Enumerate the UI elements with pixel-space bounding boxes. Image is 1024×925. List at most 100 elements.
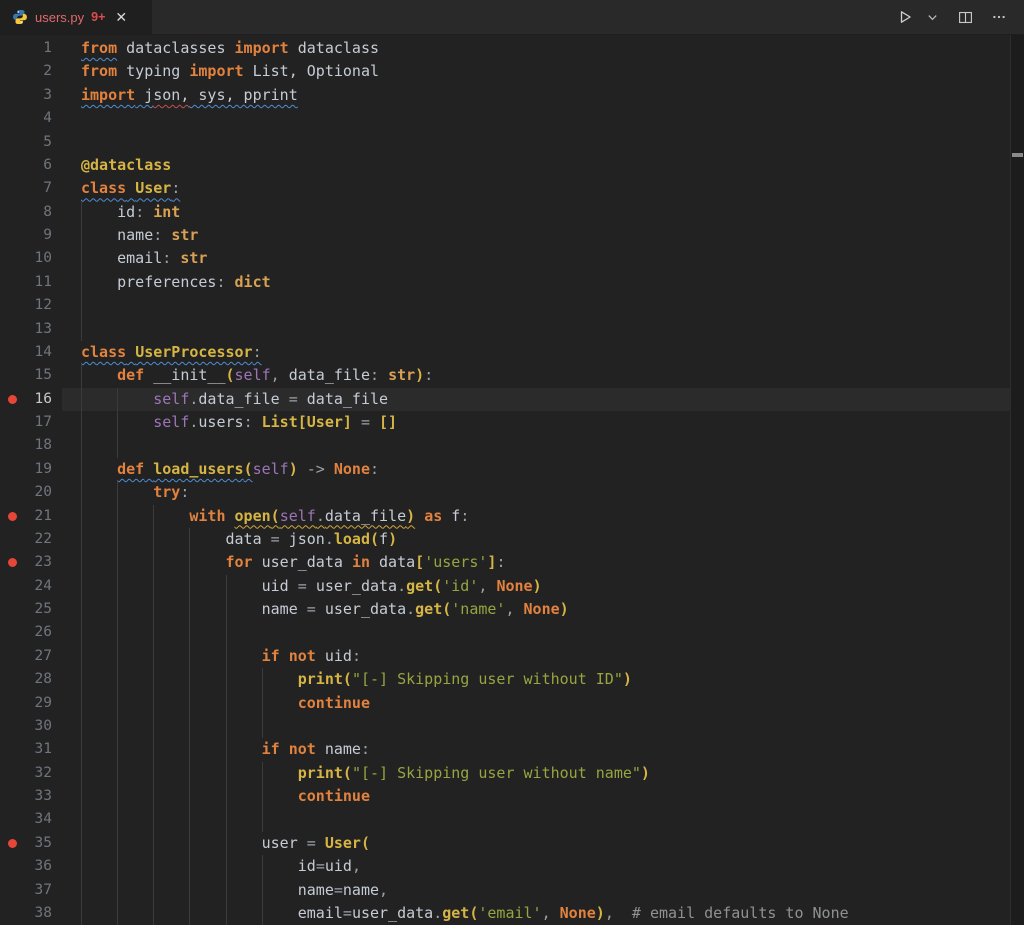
code-line[interactable]: 2from typing import List, Optional <box>0 60 1024 83</box>
code-line[interactable]: 12 <box>0 294 1024 317</box>
code-line[interactable]: 20 try: <box>0 481 1024 504</box>
code-text[interactable]: class User: <box>62 177 1024 200</box>
code-text[interactable]: name = user_data.get('name', None) <box>62 598 1024 621</box>
code-text[interactable] <box>62 621 1024 644</box>
code-line[interactable]: 8 id: int <box>0 201 1024 224</box>
breakpoint-gutter[interactable] <box>0 107 24 130</box>
code-text[interactable]: self.users: List[User] = [] <box>62 411 1024 434</box>
breakpoint-gutter[interactable] <box>0 902 24 925</box>
code-text[interactable]: if not uid: <box>62 645 1024 668</box>
breakpoint-gutter[interactable] <box>0 131 24 154</box>
code-text[interactable] <box>62 434 1024 457</box>
code-line[interactable]: 25 name = user_data.get('name', None) <box>0 598 1024 621</box>
code-text[interactable]: continue <box>62 785 1024 808</box>
code-line[interactable]: 29 continue <box>0 692 1024 715</box>
code-line[interactable]: 34 <box>0 808 1024 831</box>
breakpoint-gutter[interactable] <box>0 388 24 411</box>
breakpoint-gutter[interactable] <box>0 434 24 457</box>
code-text[interactable]: id: int <box>62 201 1024 224</box>
code-text[interactable] <box>62 294 1024 317</box>
code-text[interactable]: from dataclasses import dataclass <box>62 37 1024 60</box>
code-line[interactable]: 23 for user_data in data['users']: <box>0 551 1024 574</box>
breakpoint-gutter[interactable] <box>0 201 24 224</box>
breakpoint-gutter[interactable] <box>0 294 24 317</box>
breakpoint-gutter[interactable] <box>0 832 24 855</box>
breakpoint-icon[interactable] <box>8 512 17 521</box>
code-text[interactable]: continue <box>62 692 1024 715</box>
code-text[interactable]: import json, sys, pprint <box>62 84 1024 107</box>
run-icon[interactable] <box>894 6 916 28</box>
breakpoint-icon[interactable] <box>8 558 17 567</box>
code-line[interactable]: 1from dataclasses import dataclass <box>0 37 1024 60</box>
code-text[interactable] <box>62 131 1024 154</box>
breakpoint-gutter[interactable] <box>0 177 24 200</box>
code-text[interactable]: print("[-] Skipping user without ID") <box>62 668 1024 691</box>
breakpoint-gutter[interactable] <box>0 621 24 644</box>
code-text[interactable]: try: <box>62 481 1024 504</box>
more-actions-icon[interactable] <box>988 6 1010 28</box>
code-text[interactable]: preferences: dict <box>62 271 1024 294</box>
code-line[interactable]: 37 name=name, <box>0 879 1024 902</box>
code-line[interactable]: 35 user = User( <box>0 832 1024 855</box>
code-text[interactable] <box>62 808 1024 831</box>
code-text[interactable] <box>62 715 1024 738</box>
code-line[interactable]: 3import json, sys, pprint <box>0 84 1024 107</box>
breakpoint-gutter[interactable] <box>0 855 24 878</box>
code-line[interactable]: 27 if not uid: <box>0 645 1024 668</box>
breakpoint-gutter[interactable] <box>0 247 24 270</box>
code-text[interactable]: from typing import List, Optional <box>62 60 1024 83</box>
code-line[interactable]: 11 preferences: dict <box>0 271 1024 294</box>
breakpoint-gutter[interactable] <box>0 551 24 574</box>
code-line[interactable]: 26 <box>0 621 1024 644</box>
breakpoint-gutter[interactable] <box>0 808 24 831</box>
breakpoint-gutter[interactable] <box>0 481 24 504</box>
breakpoint-gutter[interactable] <box>0 84 24 107</box>
code-text[interactable]: class UserProcessor: <box>62 341 1024 364</box>
breakpoint-gutter[interactable] <box>0 528 24 551</box>
code-line[interactable]: 36 id=uid, <box>0 855 1024 878</box>
breakpoint-gutter[interactable] <box>0 411 24 434</box>
overview-ruler[interactable] <box>1010 35 1024 925</box>
code-text[interactable]: uid = user_data.get('id', None) <box>62 575 1024 598</box>
breakpoint-gutter[interactable] <box>0 715 24 738</box>
code-line[interactable]: 24 uid = user_data.get('id', None) <box>0 575 1024 598</box>
split-editor-icon[interactable] <box>955 7 976 28</box>
breakpoint-icon[interactable] <box>8 395 17 404</box>
breakpoint-gutter[interactable] <box>0 224 24 247</box>
code-line[interactable]: 19 def load_users(self) -> None: <box>0 458 1024 481</box>
breakpoint-gutter[interactable] <box>0 37 24 60</box>
code-line[interactable]: 22 data = json.load(f) <box>0 528 1024 551</box>
breakpoint-gutter[interactable] <box>0 154 24 177</box>
code-line[interactable]: 38 email=user_data.get('email', None), #… <box>0 902 1024 925</box>
breakpoint-gutter[interactable] <box>0 645 24 668</box>
code-line[interactable]: 21 with open(self.data_file) as f: <box>0 505 1024 528</box>
code-text[interactable]: if not name: <box>62 738 1024 761</box>
chevron-down-icon[interactable] <box>924 9 941 26</box>
code-text[interactable]: email=user_data.get('email', None), # em… <box>62 902 1024 925</box>
breakpoint-gutter[interactable] <box>0 505 24 528</box>
breakpoint-gutter[interactable] <box>0 738 24 761</box>
breakpoint-gutter[interactable] <box>0 318 24 341</box>
code-text[interactable]: name: str <box>62 224 1024 247</box>
code-text[interactable]: def load_users(self) -> None: <box>62 458 1024 481</box>
breakpoint-gutter[interactable] <box>0 598 24 621</box>
code-line[interactable]: 13 <box>0 318 1024 341</box>
code-line[interactable]: 6@dataclass <box>0 154 1024 177</box>
code-text[interactable]: with open(self.data_file) as f: <box>62 505 1024 528</box>
code-text[interactable] <box>62 107 1024 130</box>
breakpoint-gutter[interactable] <box>0 364 24 387</box>
breakpoint-gutter[interactable] <box>0 341 24 364</box>
code-text[interactable]: data = json.load(f) <box>62 528 1024 551</box>
close-icon[interactable]: ✕ <box>115 10 127 24</box>
breakpoint-gutter[interactable] <box>0 668 24 691</box>
code-line[interactable]: 14class UserProcessor: <box>0 341 1024 364</box>
code-line[interactable]: 30 <box>0 715 1024 738</box>
breakpoint-icon[interactable] <box>8 839 17 848</box>
breakpoint-gutter[interactable] <box>0 692 24 715</box>
code-text[interactable]: def __init__(self, data_file: str): <box>62 364 1024 387</box>
code-text[interactable]: @dataclass <box>62 154 1024 177</box>
code-line[interactable]: 16 self.data_file = data_file <box>0 388 1024 411</box>
tab-users-py[interactable]: users.py 9+ ✕ <box>0 0 152 34</box>
code-text[interactable]: id=uid, <box>62 855 1024 878</box>
code-line[interactable]: 32 print("[-] Skipping user without name… <box>0 762 1024 785</box>
